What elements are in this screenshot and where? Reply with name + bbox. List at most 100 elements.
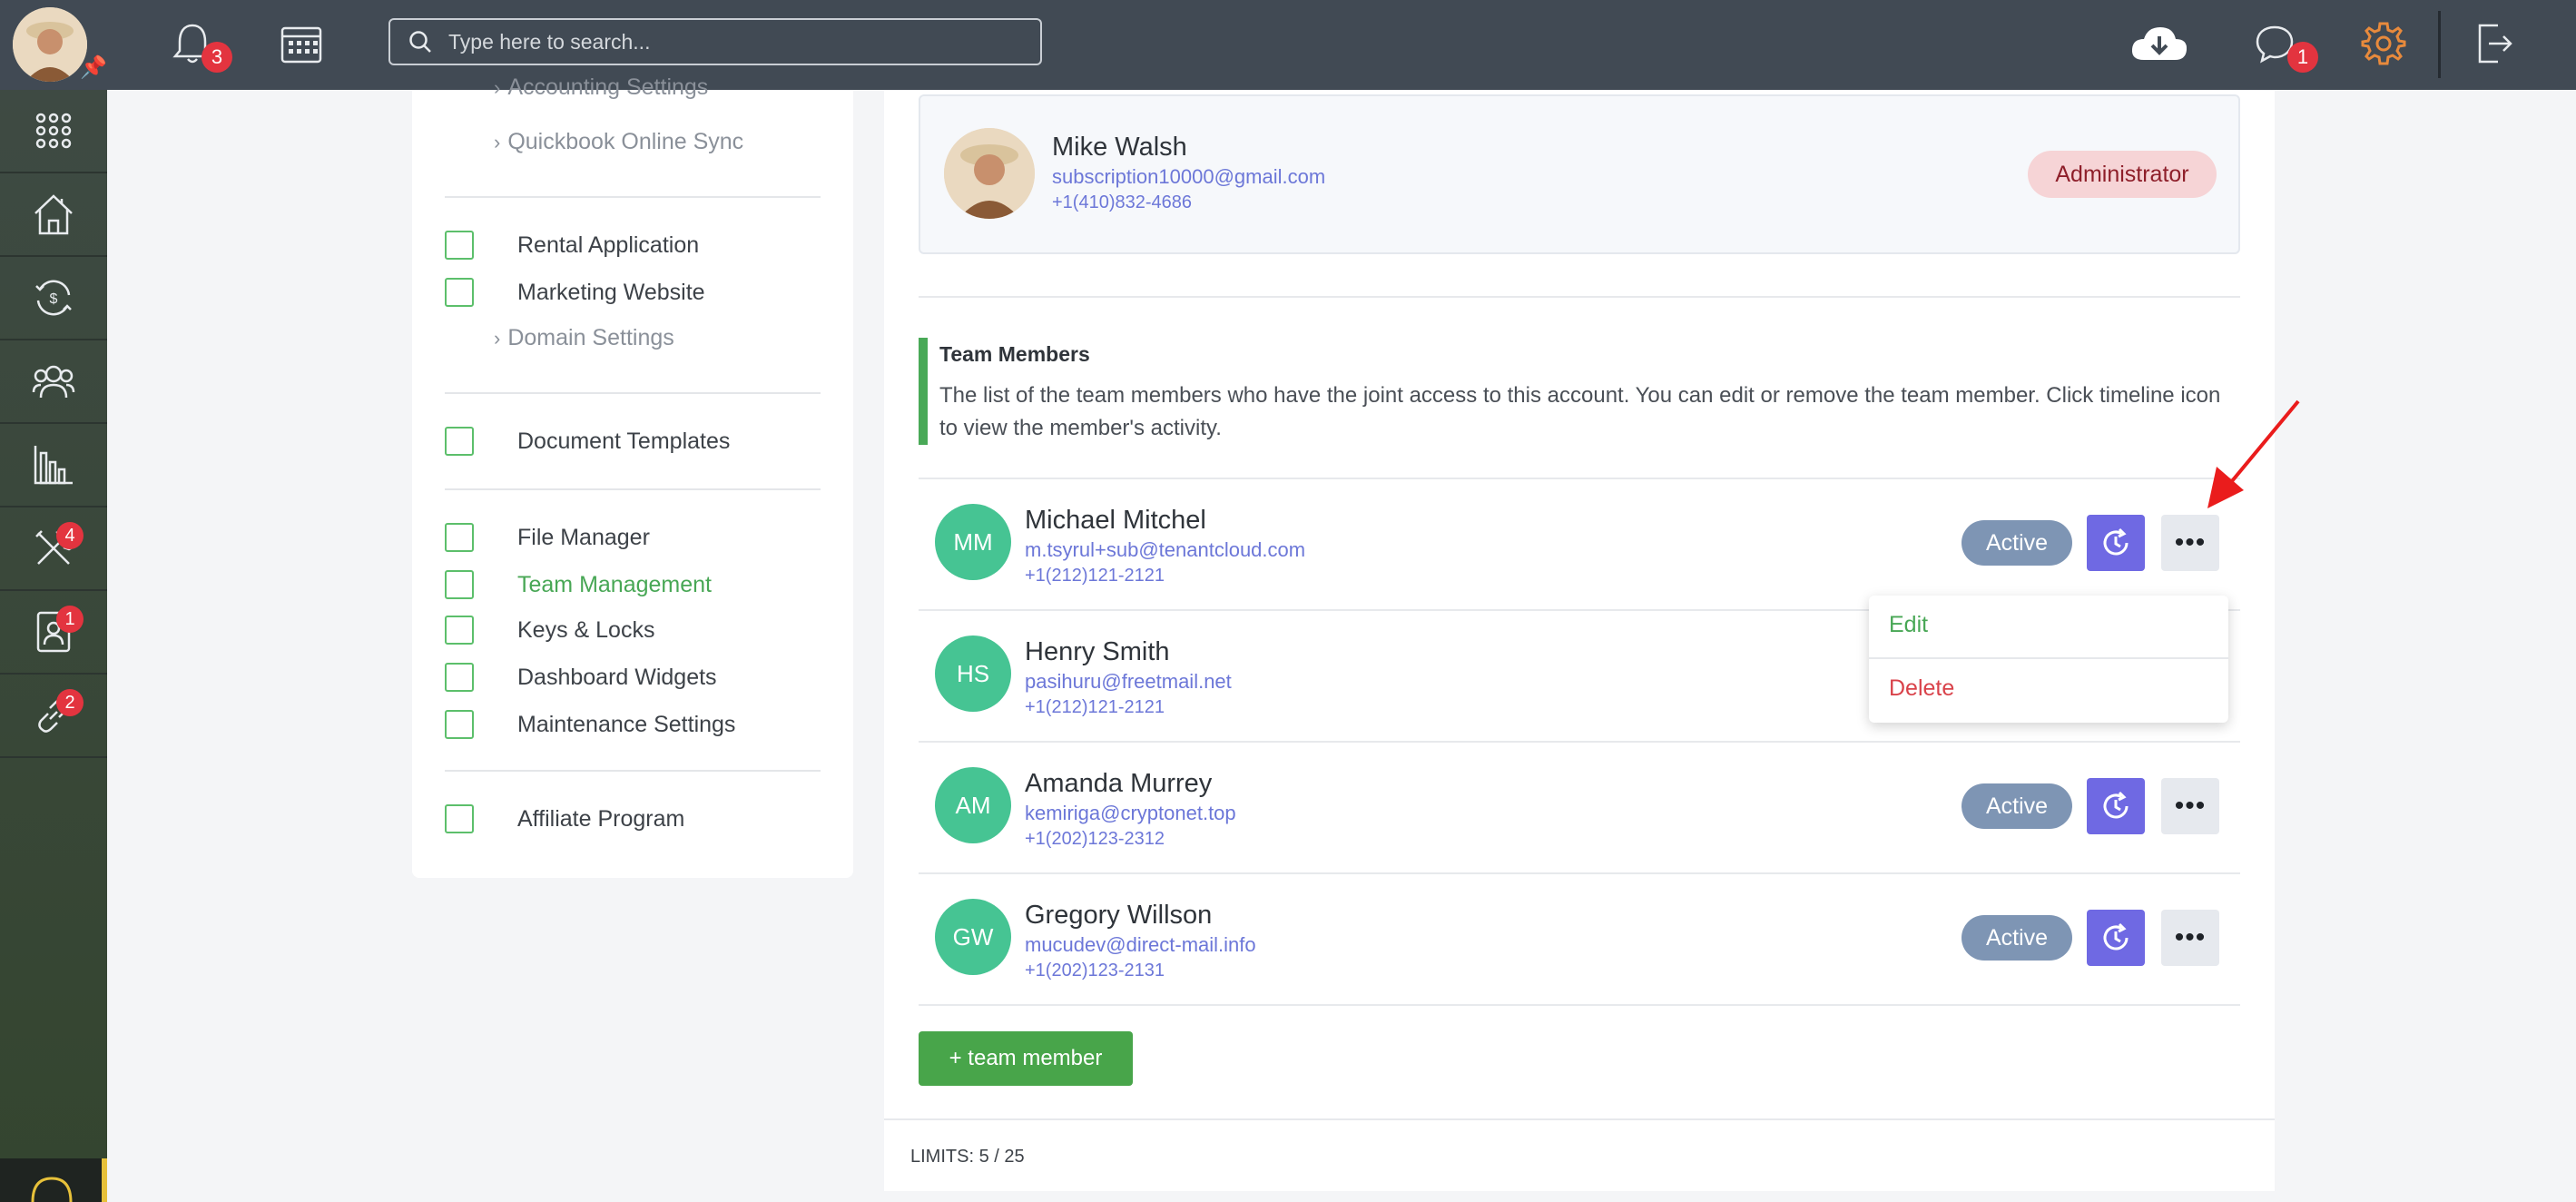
- member-phone[interactable]: +1(202)123-2131: [1025, 961, 1165, 981]
- affiliate-icon: [445, 804, 474, 833]
- search-icon: [409, 31, 431, 53]
- timeline-button[interactable]: [2087, 910, 2145, 966]
- rail-people[interactable]: [0, 340, 107, 424]
- menu-affiliate-program[interactable]: Affiliate Program: [445, 801, 684, 837]
- logout-icon: [2478, 24, 2512, 64]
- menu-document-templates[interactable]: Document Templates: [445, 423, 730, 459]
- menu-divider: [445, 392, 821, 394]
- menu-divider: [445, 196, 821, 198]
- logout-button[interactable]: [2469, 18, 2520, 69]
- integrations-badge: 2: [56, 689, 84, 716]
- calendar-button[interactable]: [276, 18, 327, 69]
- menu-sub-domain-settings[interactable]: › Domain Settings: [494, 325, 674, 351]
- rail-maintenance[interactable]: 4: [0, 507, 107, 591]
- image-icon: [445, 278, 474, 307]
- history-icon: [2103, 922, 2129, 951]
- widgets-icon: [445, 663, 474, 692]
- menu-file-manager[interactable]: File Manager: [445, 519, 650, 556]
- rail-integrations[interactable]: 2: [0, 675, 107, 758]
- member-email[interactable]: mucudev@direct-mail.info: [1025, 933, 1256, 957]
- grid-icon: [35, 113, 72, 149]
- owner-phone[interactable]: +1(410)832-4686: [1052, 192, 1192, 213]
- settings-button[interactable]: [2358, 18, 2409, 69]
- menu-marketing-website[interactable]: Marketing Website: [445, 274, 705, 310]
- tenants-badge: 1: [56, 606, 84, 633]
- member-email[interactable]: pasihuru@freetmail.net: [1025, 670, 1232, 694]
- bar-chart-icon: [34, 446, 73, 485]
- house-icon: [34, 194, 73, 235]
- menu-dashboard-widgets[interactable]: Dashboard Widgets: [445, 659, 717, 695]
- history-icon: [2103, 791, 2129, 819]
- menu-maintenance-settings[interactable]: Maintenance Settings: [445, 706, 735, 743]
- member-name: Amanda Murrey: [1025, 769, 1213, 798]
- member-avatar: AM: [935, 767, 1011, 843]
- member-email[interactable]: m.tsyrul+sub@tenantcloud.com: [1025, 538, 1305, 562]
- rail-tenants[interactable]: 1: [0, 591, 107, 675]
- member-phone[interactable]: +1(212)121-2121: [1025, 697, 1165, 718]
- notifications-button[interactable]: 3: [167, 18, 232, 73]
- top-bar: 📌 3 1: [0, 0, 2576, 90]
- svg-text:$: $: [50, 291, 58, 307]
- messages-badge: 1: [2287, 42, 2318, 73]
- section-divider: [919, 296, 2240, 298]
- menu-rental-application[interactable]: Rental Application: [445, 227, 699, 263]
- role-badge: Administrator: [2028, 151, 2217, 198]
- user-avatar[interactable]: [13, 7, 87, 82]
- history-icon: [2103, 527, 2129, 556]
- application-icon: [445, 231, 474, 260]
- status-badge: Active: [1961, 783, 2072, 829]
- menu-keys-locks[interactable]: Keys & Locks: [445, 612, 654, 648]
- owner-email[interactable]: subscription10000@gmail.com: [1052, 165, 1325, 189]
- timeline-button[interactable]: [2087, 778, 2145, 834]
- rail-properties[interactable]: [0, 173, 107, 257]
- annotation-arrow-icon: [2207, 399, 2300, 508]
- team-member-row: MM Michael Mitchel m.tsyrul+sub@tenantcl…: [919, 478, 2240, 609]
- more-options-button[interactable]: •••: [2161, 515, 2219, 571]
- limits-label: LIMITS: 5 / 25: [910, 1147, 1025, 1167]
- owner-name: Mike Walsh: [1052, 133, 1187, 162]
- member-actions-dropdown: Edit Delete: [1869, 596, 2228, 723]
- menu-team-management[interactable]: Team Management: [445, 567, 712, 603]
- team-icon: [445, 570, 474, 599]
- team-member-row: AM Amanda Murrey kemiriga@cryptonet.top …: [919, 742, 2240, 872]
- pin-icon[interactable]: 📌: [80, 54, 107, 81]
- messages-button[interactable]: 1: [2249, 18, 2318, 73]
- status-badge: Active: [1961, 520, 2072, 566]
- more-options-button[interactable]: •••: [2161, 778, 2219, 834]
- team-member-row: GW Gregory Willson mucudev@direct-mail.i…: [919, 873, 2240, 1004]
- row-divider: [919, 1004, 2240, 1006]
- search-input[interactable]: [448, 29, 1011, 54]
- menu-divider: [445, 770, 821, 772]
- rail-accounting[interactable]: $: [0, 257, 107, 340]
- headset-icon: [31, 1177, 73, 1202]
- timeline-button[interactable]: [2087, 515, 2145, 571]
- topbar-divider: [2438, 11, 2441, 78]
- team-members-description: The list of the team members who have th…: [939, 383, 2221, 440]
- edit-menu-item[interactable]: Edit: [1889, 612, 1928, 638]
- cloud-download-icon: [2131, 27, 2188, 60]
- more-options-button[interactable]: •••: [2161, 910, 2219, 966]
- left-nav-rail: $ 4 1 2: [0, 90, 107, 1202]
- status-badge: Active: [1961, 915, 2072, 961]
- member-avatar: MM: [935, 504, 1011, 580]
- delete-menu-item[interactable]: Delete: [1889, 675, 1954, 702]
- add-team-member-button[interactable]: + team member: [919, 1031, 1133, 1086]
- member-phone[interactable]: +1(202)123-2312: [1025, 829, 1165, 850]
- menu-sub-quickbook-sync[interactable]: › Quickbook Online Sync: [494, 129, 743, 155]
- member-email[interactable]: kemiriga@cryptonet.top: [1025, 802, 1236, 825]
- rail-reports[interactable]: [0, 424, 107, 507]
- folder-icon: [445, 523, 474, 552]
- menu-sub-accounting-settings[interactable]: › Accounting Settings: [494, 74, 708, 101]
- footer-divider: [884, 1118, 2275, 1120]
- download-button[interactable]: [2129, 18, 2189, 69]
- maintenance-badge: 4: [56, 522, 84, 549]
- search-box[interactable]: [388, 18, 1042, 65]
- rail-apps[interactable]: [0, 90, 107, 173]
- member-name: Gregory Willson: [1025, 901, 1213, 930]
- notifications-badge: 3: [202, 42, 232, 73]
- support-launcher[interactable]: [0, 1158, 107, 1202]
- settings-menu: [412, 90, 853, 878]
- member-phone[interactable]: +1(212)121-2121: [1025, 566, 1165, 586]
- dropdown-divider: [1869, 657, 2228, 659]
- member-avatar: GW: [935, 899, 1011, 975]
